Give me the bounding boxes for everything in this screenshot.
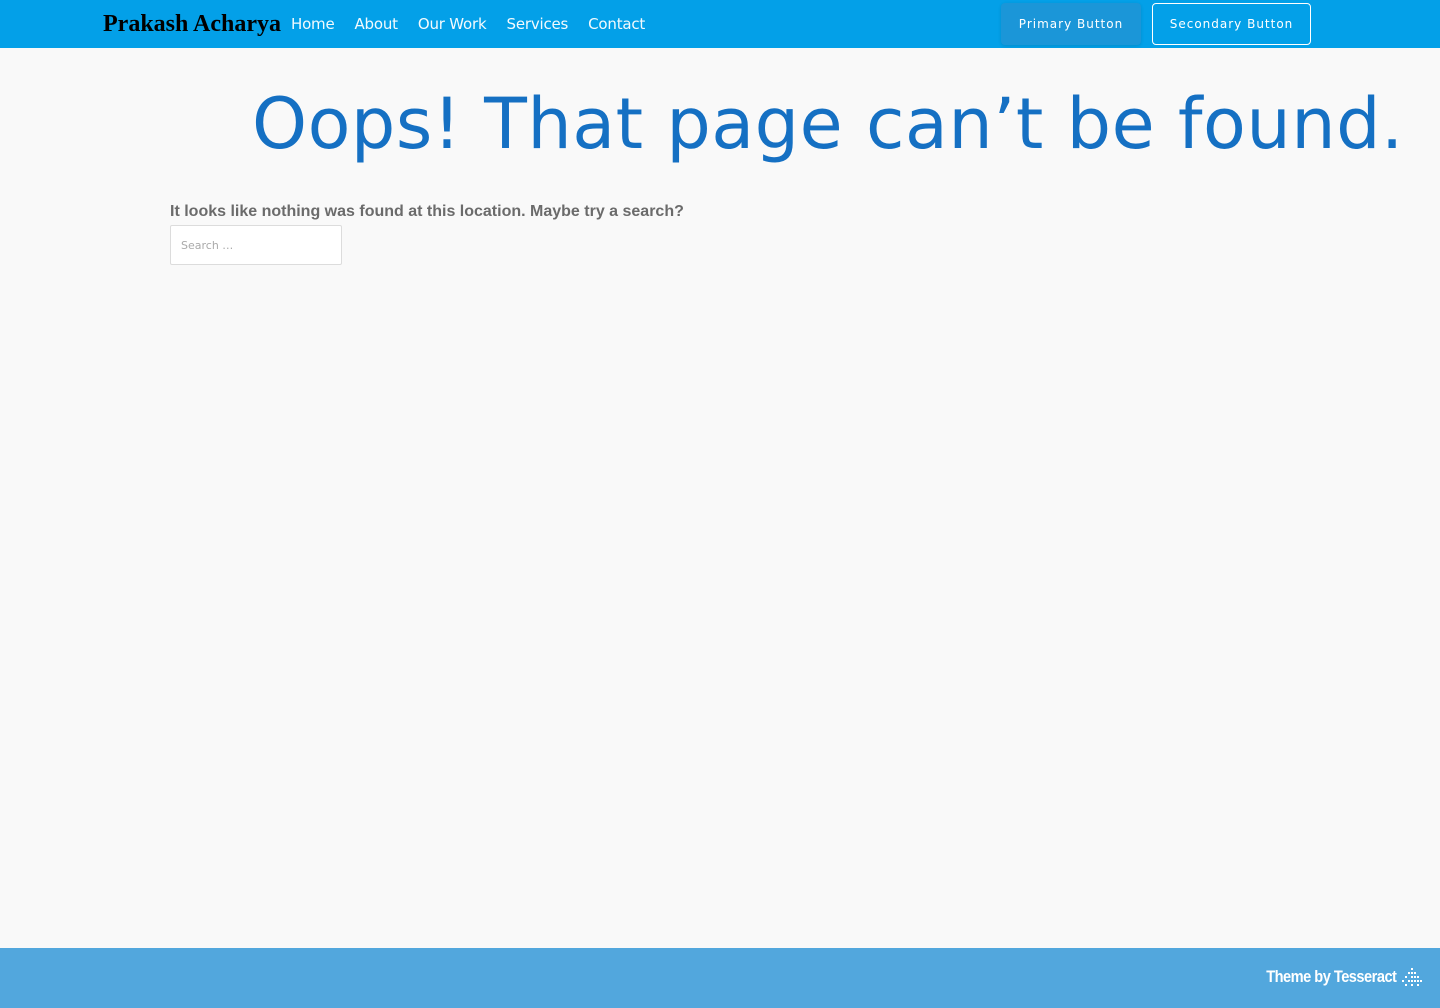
nav-item-home[interactable]: Home (291, 15, 335, 33)
page-title: Oops! That page can’t be found. (252, 83, 1404, 165)
page: Prakash Acharya Home About Our Work Serv… (0, 0, 1440, 1008)
search-input[interactable] (170, 225, 342, 265)
not-found-message: It looks like nothing was found at this … (170, 203, 684, 220)
nav-item-about[interactable]: About (355, 15, 399, 33)
primary-button[interactable]: Primary Button (1001, 3, 1141, 45)
site-footer: Theme by Tesseract (0, 948, 1440, 1008)
theme-credit-link[interactable]: Theme by Tesseract (1266, 965, 1397, 989)
site-title-link[interactable]: Prakash Acharya (103, 9, 281, 39)
nav-item-our-work[interactable]: Our Work (418, 15, 487, 33)
nav-item-services[interactable]: Services (507, 15, 569, 33)
main-nav: Home About Our Work Services Contact (291, 0, 665, 48)
tesseract-logo-icon[interactable] (1402, 968, 1422, 986)
nav-item-contact[interactable]: Contact (588, 15, 645, 33)
site-header: Prakash Acharya Home About Our Work Serv… (0, 0, 1440, 48)
secondary-button[interactable]: Secondary Button (1152, 3, 1311, 45)
